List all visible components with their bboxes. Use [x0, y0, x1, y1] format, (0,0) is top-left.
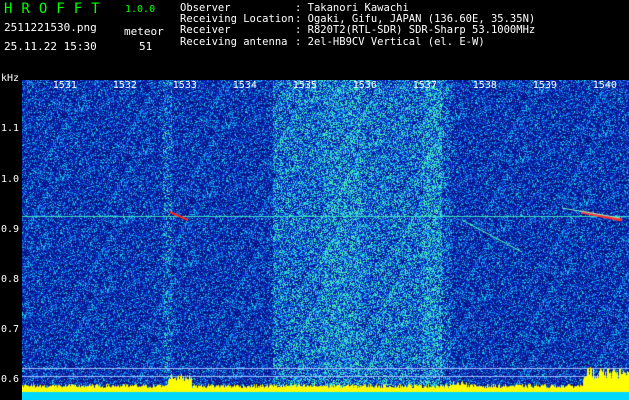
y-tick: 1.0	[1, 174, 20, 185]
x-tick: 1540	[592, 80, 617, 91]
x-tick: 1533	[172, 80, 197, 91]
meteor-label: meteor	[124, 25, 164, 38]
y-tick: 0.8	[1, 274, 20, 285]
app-title: HROFFT	[4, 1, 109, 17]
x-tick: 1539	[532, 80, 557, 91]
app-version: 1.0.0	[125, 4, 156, 15]
x-tick: 1532	[112, 80, 137, 91]
waterfall-canvas	[22, 80, 629, 400]
station-info: Observer: Takanori Kawachi Receiving Loc…	[180, 2, 535, 48]
x-tick: 1534	[232, 80, 257, 91]
y-axis-unit: kHz	[1, 73, 20, 84]
time-axis: 1531 1532 1533 1534 1535 1536 1537 1538 …	[22, 80, 629, 92]
info-antenna: Receiving antenna: 2el-HB9CV Vertical (e…	[180, 35, 485, 48]
x-tick: 1535	[292, 80, 317, 91]
date-time: 25.11.22 15:30	[4, 40, 97, 53]
y-tick: 0.9	[1, 224, 20, 235]
waterfall-spectrogram	[22, 80, 629, 400]
y-tick: 0.7	[1, 324, 20, 335]
x-tick: 1538	[472, 80, 497, 91]
x-tick: 1536	[352, 80, 377, 91]
x-tick: 1537	[412, 80, 437, 91]
y-tick: 1.1	[1, 123, 20, 134]
x-tick: 1531	[52, 80, 77, 91]
file-name: 2511221530.png	[4, 21, 97, 34]
y-tick: 0.6	[1, 374, 20, 385]
meteor-count: 51	[139, 40, 153, 53]
